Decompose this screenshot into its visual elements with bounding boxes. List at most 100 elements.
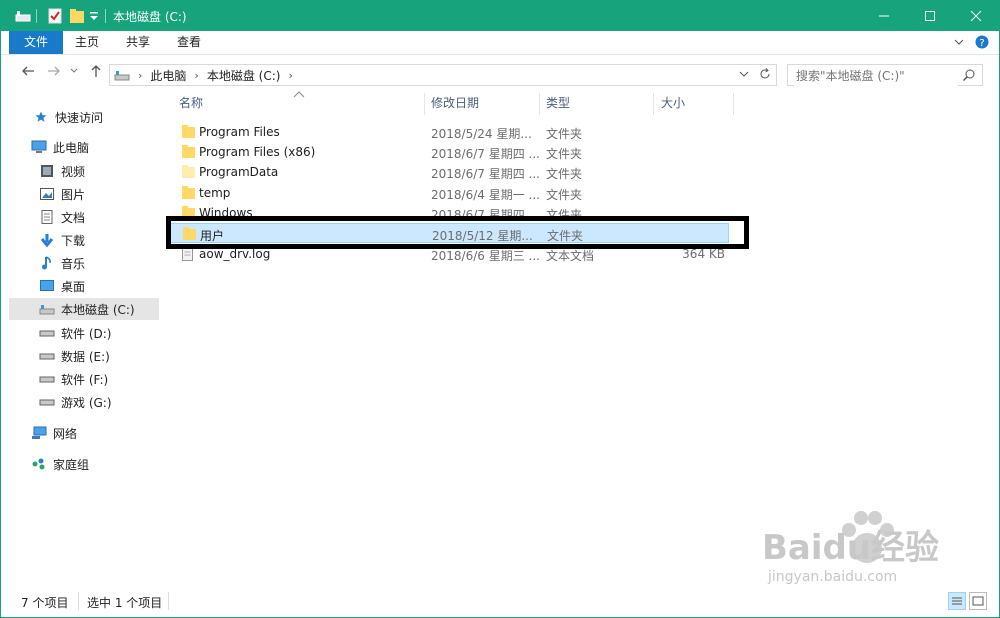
sidebar-item-label: 快速访问 — [55, 110, 104, 125]
file-date: 2018/6/6 星期三 ... — [431, 249, 540, 263]
search-box[interactable] — [787, 64, 983, 86]
folder-icon — [182, 145, 195, 158]
column-divider[interactable] — [653, 93, 654, 115]
file-name: temp — [199, 186, 231, 200]
tab-file[interactable]: 文件 — [9, 31, 63, 54]
column-type[interactable]: 类型 — [546, 93, 570, 113]
sidebar-item-drive-e[interactable]: 数据 (E:) — [9, 345, 189, 367]
help-icon[interactable]: ? — [975, 35, 989, 52]
address-dropdown-icon[interactable] — [738, 67, 750, 84]
maximize-button[interactable] — [907, 1, 953, 31]
sidebar-item-label: 数据 (E:) — [61, 349, 110, 364]
breadcrumb-arrow-icon[interactable]: › — [288, 69, 292, 82]
navigation-pane: 快速访问 此电脑 视频 图片 文档 下载 音乐 桌面 本地磁盘 (C:) 软件 … — [9, 93, 159, 588]
breadcrumb-arrow-icon[interactable]: › — [194, 69, 198, 82]
search-input[interactable] — [794, 66, 958, 86]
sidebar-item-label: 下载 — [61, 233, 86, 248]
sidebar-item-drive-d[interactable]: 软件 (D:) — [9, 322, 189, 344]
file-name: aow_drv.log — [199, 247, 271, 261]
new-folder-icon[interactable] — [69, 7, 85, 25]
forward-icon[interactable] — [45, 64, 63, 82]
sidebar-item-documents[interactable]: 文档 — [9, 206, 189, 228]
expand-ribbon-icon[interactable] — [953, 36, 965, 51]
pictures-icon — [39, 187, 55, 201]
breadcrumb-drive-c[interactable]: 本地磁盘 (C:) — [207, 67, 281, 84]
column-size[interactable]: 大小 — [661, 93, 685, 113]
breadcrumb-arrow-icon[interactable]: › — [138, 69, 142, 82]
sidebar-item-label: 图片 — [61, 187, 86, 202]
address-field[interactable]: › 此电脑 › 本地磁盘 (C:) › — [109, 64, 777, 86]
table-row[interactable]: temp 2018/6/4 星期一 ... 文件夹 — [169, 183, 729, 203]
baidu-watermark: Baidu经验 jingyan.baidu.com — [762, 511, 940, 585]
title-bar: 本地磁盘 (C:) — [1, 1, 999, 31]
document-icon — [39, 210, 55, 224]
video-icon — [39, 164, 55, 178]
sidebar-item-videos[interactable]: 视频 — [9, 160, 189, 182]
breadcrumb-this-pc[interactable]: 此电脑 — [150, 67, 186, 84]
table-row[interactable]: Program Files (x86) 2018/6/7 星期四 ... 文件夹 — [169, 142, 729, 162]
drive-icon — [114, 69, 130, 81]
address-bar-area: › 此电脑 › 本地磁盘 (C:) › — [1, 55, 999, 91]
sidebar-item-label: 软件 (F:) — [61, 372, 109, 387]
sidebar-item-label: 游戏 (G:) — [61, 395, 112, 410]
customize-qa-icon[interactable] — [89, 7, 99, 25]
column-name[interactable]: 名称 — [179, 93, 203, 113]
separator — [168, 592, 169, 610]
sidebar-item-quick-access[interactable]: 快速访问 — [9, 106, 183, 128]
sidebar-item-network[interactable]: 网络 — [9, 422, 181, 444]
refresh-icon[interactable] — [758, 67, 772, 84]
star-icon — [33, 110, 49, 124]
sidebar-item-label: 此电脑 — [53, 140, 90, 155]
column-divider[interactable] — [733, 93, 734, 115]
table-row[interactable]: ProgramData 2018/6/7 星期四 ... 文件夹 — [169, 162, 729, 182]
search-icon[interactable] — [962, 68, 976, 85]
svg-text:?: ? — [979, 38, 984, 49]
column-divider[interactable] — [424, 93, 425, 115]
sidebar-item-this-pc[interactable]: 此电脑 — [9, 136, 181, 158]
close-icon — [970, 10, 982, 22]
column-divider[interactable] — [539, 93, 540, 115]
sidebar-item-drive-c[interactable]: 本地磁盘 (C:) — [9, 298, 159, 320]
sidebar-item-downloads[interactable]: 下载 — [9, 229, 189, 251]
close-button[interactable] — [953, 1, 999, 31]
selection-count: 选中 1 个项目 — [87, 596, 163, 610]
separator — [78, 592, 79, 610]
properties-icon[interactable] — [47, 7, 63, 25]
drive-c-icon — [39, 302, 55, 316]
back-icon[interactable] — [19, 64, 37, 82]
sidebar-item-drive-g[interactable]: 游戏 (G:) — [9, 391, 189, 413]
tab-share[interactable]: 共享 — [114, 31, 162, 54]
tab-home[interactable]: 主页 — [63, 31, 111, 54]
recent-locations-icon[interactable] — [65, 64, 83, 82]
sidebar-item-desktop[interactable]: 桌面 — [9, 275, 189, 297]
music-icon — [39, 256, 55, 270]
watermark-brand: Baidu经验 — [762, 528, 940, 568]
details-view-icon — [952, 597, 962, 605]
sidebar-item-label: 软件 (D:) — [61, 326, 112, 341]
status-bar: 7 个项目 选中 1 个项目 — [1, 589, 999, 617]
tab-view[interactable]: 查看 — [165, 31, 213, 54]
sidebar-item-drive-f[interactable]: 软件 (F:) — [9, 368, 189, 390]
large-icons-view-icon — [972, 596, 984, 606]
drive-icon — [39, 372, 55, 386]
sidebar-item-label: 家庭组 — [53, 457, 90, 472]
table-row[interactable]: Program Files 2018/5/24 星期... 文件夹 — [169, 122, 729, 142]
drive-icon — [39, 395, 55, 409]
file-name: ProgramData — [199, 165, 279, 179]
sidebar-item-label: 本地磁盘 (C:) — [61, 302, 135, 317]
column-date[interactable]: 修改日期 — [431, 93, 479, 113]
sidebar-item-homegroup[interactable]: 家庭组 — [9, 453, 181, 475]
up-icon[interactable] — [87, 64, 105, 82]
sidebar-item-music[interactable]: 音乐 — [9, 252, 189, 274]
highlight-box — [166, 216, 749, 249]
sidebar-item-pictures[interactable]: 图片 — [9, 183, 189, 205]
file-date: 2018/6/7 星期四 ... — [431, 167, 540, 181]
details-view-button[interactable] — [948, 592, 966, 610]
ribbon: 文件 主页 共享 查看 ? — [1, 31, 999, 55]
file-type: 文本文档 — [546, 249, 595, 263]
maximize-icon — [925, 11, 935, 21]
sort-ascending-icon — [293, 87, 305, 101]
large-icons-view-button[interactable] — [969, 592, 987, 610]
minimize-button[interactable] — [861, 1, 907, 31]
separator — [105, 7, 106, 25]
